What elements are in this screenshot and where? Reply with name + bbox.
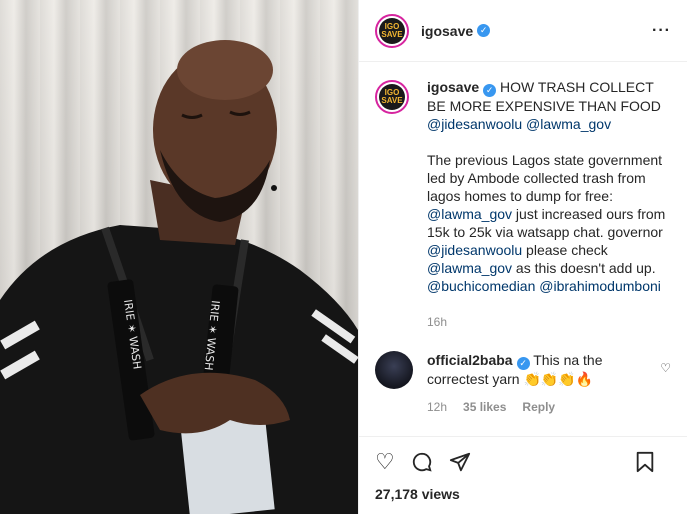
post-dialog: IRIE ✶ WASH IRIE ✶ WASH IGO SAVE igosave… (0, 0, 687, 514)
comment-username[interactable]: official2baba (427, 352, 513, 368)
mention-link[interactable]: @lawma_gov (427, 260, 512, 276)
reply-button[interactable]: Reply (522, 398, 555, 416)
comment-icon[interactable] (411, 449, 433, 475)
caption-paragraph: The previous Lagos state government led … (427, 152, 666, 294)
post-header: IGO SAVE igosave ✓ ··· (359, 0, 687, 62)
comment-item: official2baba ✓ This na the correctest ya… (375, 351, 671, 416)
comment-meta: 12h 35 likes Reply (427, 398, 647, 416)
author-username[interactable]: igosave (421, 23, 473, 39)
mention-link[interactable]: @jidesanwoolu (427, 242, 522, 258)
mention-link[interactable]: @buchicomedian (427, 278, 535, 294)
mention-link[interactable]: @ibrahimodumboni (539, 278, 661, 294)
heart-small-icon[interactable]: ♡ (660, 361, 671, 375)
author-avatar[interactable]: IGO SAVE (375, 13, 409, 48)
comment-body: official2baba ✓ This na the correctest ya… (427, 351, 647, 416)
comment-likes[interactable]: 35 likes (463, 398, 506, 416)
post-timestamp[interactable]: 16h (427, 313, 671, 331)
post-sidebar: IGO SAVE igosave ✓ ··· IGO SAVE igosave ✓… (358, 0, 687, 514)
caption-avatar[interactable]: IGO SAVE (375, 80, 409, 114)
share-icon[interactable] (449, 449, 471, 475)
verified-icon: ✓ (516, 357, 530, 370)
action-bar: ♡ (359, 436, 687, 486)
caption: IGO SAVE igosave ✓ HOW TRASH COLLECT BE M… (375, 78, 671, 331)
caption-text: igosave ✓ HOW TRASH COLLECT BE MORE EXPEN… (427, 78, 671, 331)
view-count[interactable]: 27,178 views (359, 486, 687, 514)
verified-icon: ✓ (483, 84, 497, 97)
comment-time[interactable]: 12h (427, 398, 447, 416)
person-illustration: IRIE ✶ WASH IRIE ✶ WASH (0, 40, 358, 514)
heart-icon[interactable]: ♡ (375, 449, 395, 475)
caption-mentions[interactable]: @jidesanwoolu @lawma_gov (427, 116, 611, 132)
bookmark-icon[interactable] (635, 449, 655, 475)
commenter-avatar[interactable] (375, 351, 413, 389)
verified-icon: ✓ (477, 24, 491, 37)
caption-username[interactable]: igosave (427, 79, 479, 95)
more-icon[interactable]: ··· (652, 22, 671, 40)
post-image[interactable]: IRIE ✶ WASH IRIE ✶ WASH (0, 0, 358, 514)
mention-link[interactable]: @lawma_gov (427, 206, 512, 222)
comments-area: IGO SAVE igosave ✓ HOW TRASH COLLECT BE M… (359, 62, 687, 436)
